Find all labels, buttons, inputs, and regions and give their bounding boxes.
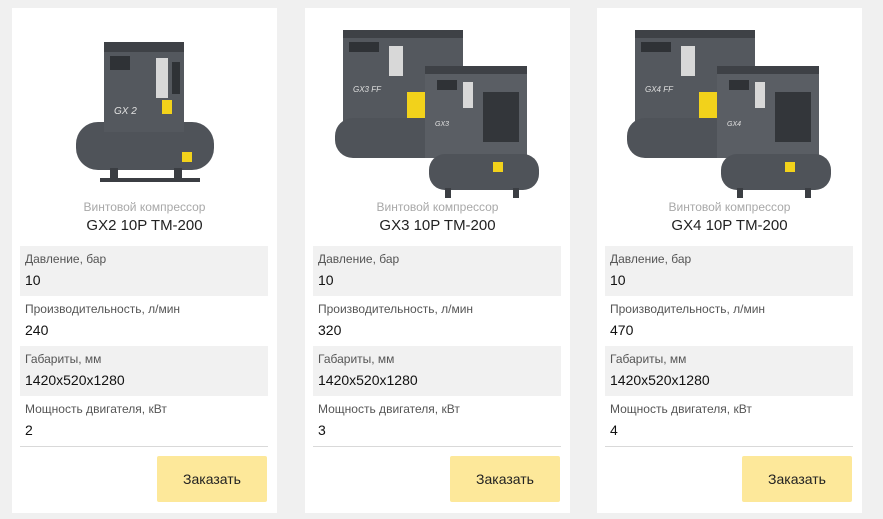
spec-label: Мощность двигателя, кВт: [318, 402, 460, 416]
spec-label: Давление, бар: [610, 252, 692, 266]
spec-row-dimensions: Габариты, мм 1420x520x1280: [605, 346, 853, 396]
spec-label: Производительность, л/мин: [25, 302, 181, 316]
spec-value: 4: [610, 422, 618, 438]
spec-list: Давление, бар 10 Производительность, л/м…: [20, 246, 268, 446]
product-category: Винтовой компрессор: [376, 200, 499, 214]
spec-row-pressure: Давление, бар 10: [20, 246, 268, 296]
product-category: Винтовой компрессор: [668, 200, 791, 214]
spec-row-pressure: Давление, бар 10: [313, 246, 561, 296]
divider: [313, 446, 561, 447]
spec-value: 10: [25, 272, 41, 288]
spec-value: 3: [318, 422, 326, 438]
spec-label: Мощность двигателя, кВт: [610, 402, 752, 416]
product-card: GX3 FF GX3 Винтовой компрессор GX3 10P T…: [305, 8, 570, 513]
product-card: GX 2 Винтовой компрессор GX2 10P TM-200 …: [12, 8, 277, 513]
product-model[interactable]: GX3 10P TM-200: [305, 217, 570, 234]
spec-value: 470: [610, 322, 634, 338]
spec-value: 1420x520x1280: [25, 372, 125, 388]
svg-text:GX3 FF: GX3 FF: [353, 85, 382, 94]
spec-row-capacity: Производительность, л/мин 470: [605, 296, 853, 346]
spec-label: Давление, бар: [25, 252, 107, 266]
spec-label: Габариты, мм: [318, 352, 395, 366]
spec-row-capacity: Производительность, л/мин 320: [313, 296, 561, 346]
spec-value: 1420x520x1280: [318, 372, 418, 388]
spec-label: Габариты, мм: [610, 352, 687, 366]
spec-row-pressure: Давление, бар 10: [605, 246, 853, 296]
svg-text:GX3: GX3: [435, 121, 449, 128]
spec-row-dimensions: Габариты, мм 1420x520x1280: [20, 346, 268, 396]
spec-value: 1420x520x1280: [610, 372, 710, 388]
spec-value: 2: [25, 422, 33, 438]
spec-label: Производительность, л/мин: [610, 302, 766, 316]
svg-text:GX4: GX4: [727, 121, 741, 128]
compressor-double-image[interactable]: GX4 FF GX4: [597, 8, 862, 203]
spec-label: Давление, бар: [318, 252, 400, 266]
spec-value: 10: [318, 272, 334, 288]
product-model[interactable]: GX2 10P TM-200: [12, 217, 277, 234]
product-card: GX4 FF GX4 Винтовой компрессор GX4 10P T…: [597, 8, 862, 513]
spec-value: 10: [610, 272, 626, 288]
order-button[interactable]: Заказать: [157, 456, 267, 502]
svg-text:GX 2: GX 2: [114, 106, 137, 117]
spec-label: Габариты, мм: [25, 352, 102, 366]
compressor-double-image[interactable]: GX3 FF GX3: [305, 8, 570, 203]
spec-row-dimensions: Габариты, мм 1420x520x1280: [313, 346, 561, 396]
spec-row-power: Мощность двигателя, кВт 2: [20, 396, 268, 446]
order-button[interactable]: Заказать: [742, 456, 852, 502]
compressor-single-image[interactable]: GX 2: [12, 8, 277, 203]
svg-text:GX4 FF: GX4 FF: [645, 85, 674, 94]
spec-value: 240: [25, 322, 49, 338]
order-button[interactable]: Заказать: [450, 456, 560, 502]
spec-label: Производительность, л/мин: [318, 302, 474, 316]
spec-label: Мощность двигателя, кВт: [25, 402, 167, 416]
product-category: Винтовой компрессор: [83, 200, 206, 214]
divider: [20, 446, 268, 447]
spec-list: Давление, бар 10 Производительность, л/м…: [605, 246, 853, 446]
spec-row-power: Мощность двигателя, кВт 3: [313, 396, 561, 446]
product-model[interactable]: GX4 10P TM-200: [597, 217, 862, 234]
spec-value: 320: [318, 322, 342, 338]
spec-list: Давление, бар 10 Производительность, л/м…: [313, 246, 561, 446]
spec-row-power: Мощность двигателя, кВт 4: [605, 396, 853, 446]
spec-row-capacity: Производительность, л/мин 240: [20, 296, 268, 346]
divider: [605, 446, 853, 447]
